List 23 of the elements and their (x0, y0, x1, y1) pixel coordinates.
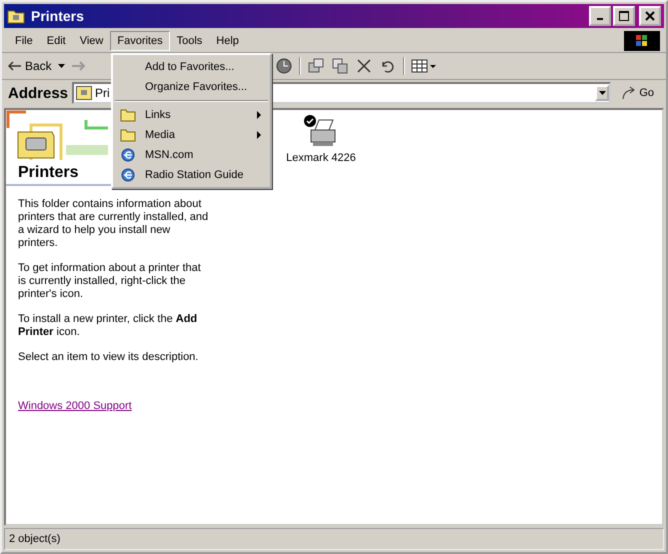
menu-item[interactable]: Edit (40, 31, 73, 51)
printer-label[interactable]: Lexmark 4226 (286, 152, 356, 164)
menu-item[interactable]: File (8, 31, 40, 51)
go-button[interactable]: Go (615, 86, 660, 100)
menu-entry[interactable]: Radio Station Guide (113, 165, 270, 185)
status-text: 2 object(s) (8, 533, 60, 545)
description-text: To get information about a printer that is currently installed, right-click the printer's icon. (18, 262, 202, 301)
panel-title: Printers (18, 164, 78, 182)
description-text: Select an item to view its description. (18, 351, 200, 364)
menu-entry[interactable]: Add to Favorites... (113, 57, 270, 77)
menu-item[interactable]: Help (209, 31, 246, 51)
window-title: Printers (31, 8, 85, 24)
menu-item[interactable]: Favorites (110, 31, 170, 51)
menu-entry[interactable]: Media (113, 125, 270, 145)
menu-entry[interactable]: MSN.com (113, 145, 270, 165)
menu-entry[interactable]: Links (113, 105, 270, 125)
menu-item[interactable]: View (72, 31, 110, 51)
menu-item[interactable]: Tools (170, 31, 210, 51)
description-text: To install a new printer, click the Add Printer icon. (18, 313, 198, 339)
description-text: This folder contains information about printers that are currently installed, and a wizard to help you install new printers. (18, 198, 210, 250)
support-link[interactable]: Windows 2000 Support (18, 400, 211, 412)
back-button[interactable]: Back (8, 59, 52, 73)
address-label: Address (8, 84, 68, 102)
